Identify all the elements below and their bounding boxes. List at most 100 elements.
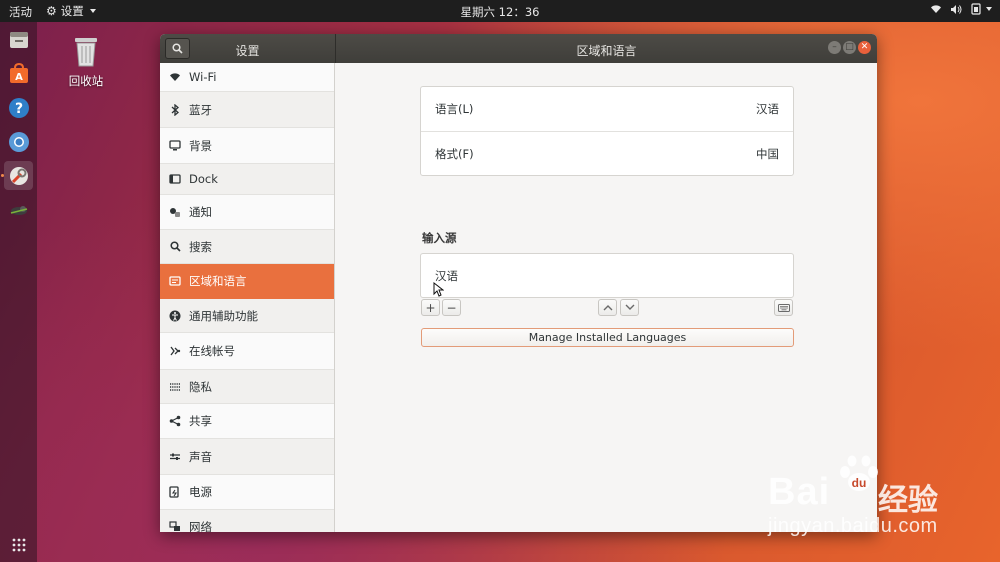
sidebar-item-search[interactable]: 搜索 bbox=[160, 230, 334, 264]
sidebar-item-label: 声音 bbox=[189, 449, 212, 464]
power-icon[interactable] bbox=[971, 3, 992, 15]
app-icon[interactable] bbox=[4, 195, 33, 224]
trash-label: 回收站 bbox=[68, 74, 104, 88]
mouse-cursor-icon bbox=[433, 281, 445, 300]
manage-languages-button[interactable]: Manage Installed Languages bbox=[421, 328, 794, 347]
chevron-down-icon bbox=[89, 9, 96, 13]
language-label: 语言(L) bbox=[435, 102, 474, 116]
accessibility-icon bbox=[169, 310, 181, 322]
sidebar-item-label: 隐私 bbox=[189, 379, 212, 394]
sound-icon bbox=[169, 451, 181, 463]
sidebar-item-notifications[interactable]: 通知 bbox=[160, 195, 334, 230]
sidebar-item-accessibility[interactable]: 通用辅助功能 bbox=[160, 299, 334, 333]
share-icon bbox=[169, 415, 181, 427]
minus-icon: − bbox=[446, 300, 457, 315]
trash-icon bbox=[75, 38, 97, 67]
top-bar: 活动 ⚙ 设置 星期六 12：36 bbox=[0, 0, 1000, 22]
formats-row[interactable]: 格式(F) 中国 bbox=[421, 132, 793, 176]
running-indicator bbox=[1, 174, 4, 177]
watermark-url: jingyan.baidu.com bbox=[768, 515, 938, 537]
volume-icon[interactable] bbox=[950, 4, 963, 15]
sidebar-item-region[interactable]: 区域和语言 bbox=[160, 264, 334, 299]
sidebar-item-bluetooth[interactable]: 蓝牙 bbox=[160, 92, 334, 128]
sidebar-item-background[interactable]: 背景 bbox=[160, 128, 334, 164]
svg-text:du: du bbox=[852, 476, 867, 490]
sidebar-title: 设置 bbox=[235, 44, 260, 58]
language-format-card: 语言(L) 汉语 格式(F) 中国 bbox=[420, 86, 794, 176]
chromium-icon[interactable] bbox=[4, 127, 33, 156]
sidebar-item-label: 区域和语言 bbox=[189, 274, 247, 288]
baidu-paw-logo: du bbox=[840, 455, 878, 491]
power-icon bbox=[169, 486, 181, 498]
sidebar-item-wifi[interactable]: Wi-Fi bbox=[160, 63, 334, 92]
system-tray[interactable] bbox=[930, 3, 992, 15]
formats-label: 格式(F) bbox=[435, 147, 474, 161]
sidebar-item-power[interactable]: 电源 bbox=[160, 475, 334, 510]
svg-text:?: ? bbox=[14, 101, 22, 117]
software-icon[interactable]: A bbox=[4, 59, 33, 88]
language-value: 汉语 bbox=[756, 102, 779, 116]
move-down-button[interactable] bbox=[620, 299, 639, 316]
sidebar-item-privacy[interactable]: 隐私 bbox=[160, 370, 334, 404]
sidebar: Wi-Fi 蓝牙 背景 Dock 通知 搜索 区域和语言 通用辅助功能 在线帐号… bbox=[160, 63, 335, 532]
trash-desktop-icon[interactable]: 回收站 bbox=[60, 34, 112, 89]
sidebar-item-label: 背景 bbox=[189, 138, 212, 153]
dock: A ? bbox=[0, 22, 37, 562]
help-icon[interactable]: ? bbox=[4, 93, 33, 122]
dock-icon bbox=[169, 173, 181, 185]
add-input-source-button[interactable]: + bbox=[421, 299, 440, 316]
sidebar-item-label: 网络 bbox=[189, 519, 212, 533]
sidebar-item-sharing[interactable]: 共享 bbox=[160, 404, 334, 439]
input-sources-title: 输入源 bbox=[422, 231, 457, 245]
input-sources-list: 汉语 bbox=[420, 253, 794, 298]
minimize-button[interactable]: – bbox=[828, 41, 841, 54]
svg-text:A: A bbox=[15, 72, 23, 83]
bluetooth-icon bbox=[169, 103, 181, 116]
sidebar-item-label: Dock bbox=[189, 172, 218, 186]
privacy-icon bbox=[169, 381, 181, 393]
background-icon bbox=[169, 140, 181, 152]
close-icon: ✕ bbox=[860, 42, 869, 52]
settings-icon[interactable] bbox=[4, 161, 33, 190]
formats-value: 中国 bbox=[756, 147, 779, 161]
plus-icon: + bbox=[425, 300, 436, 315]
sidebar-item-online-accounts[interactable]: 在线帐号 bbox=[160, 333, 334, 370]
app-menu[interactable]: ⚙ 设置 bbox=[46, 3, 96, 19]
sidebar-item-dock[interactable]: Dock bbox=[160, 164, 334, 195]
clock[interactable]: 星期六 12：36 bbox=[461, 5, 540, 19]
app-menu-label: 设置 bbox=[60, 4, 84, 18]
window-title: 区域和语言 bbox=[576, 44, 637, 58]
keyboard-layout-button[interactable] bbox=[774, 299, 793, 316]
keyboard-icon bbox=[777, 303, 790, 312]
activities-button[interactable]: 活动 bbox=[9, 4, 32, 20]
sidebar-item-label: 共享 bbox=[189, 414, 212, 428]
title-bar[interactable]: 设置 区域和语言 – □ ✕ bbox=[160, 34, 877, 63]
baidu-jingyan-watermark: du Bai 经验 jingyan.baidu.com bbox=[760, 455, 990, 545]
network-icon bbox=[169, 521, 181, 533]
sidebar-item-network[interactable]: 网络 bbox=[160, 510, 334, 533]
sidebar-item-label: 在线帐号 bbox=[189, 344, 235, 358]
sidebar-item-sound[interactable]: 声音 bbox=[160, 439, 334, 475]
network-icon[interactable] bbox=[930, 4, 942, 14]
notification-icon bbox=[169, 206, 181, 218]
input-source-item[interactable]: 汉语 bbox=[421, 254, 793, 297]
files-icon[interactable] bbox=[4, 25, 33, 54]
language-row[interactable]: 语言(L) 汉语 bbox=[421, 87, 793, 131]
remove-input-source-button[interactable]: − bbox=[442, 299, 461, 316]
sidebar-item-label: 通知 bbox=[189, 205, 212, 219]
sidebar-item-label: Wi-Fi bbox=[189, 70, 217, 84]
watermark-brand: Bai bbox=[768, 471, 831, 513]
region-icon bbox=[169, 275, 181, 287]
chevron-down-icon bbox=[986, 7, 992, 11]
maximize-button[interactable]: □ bbox=[843, 41, 856, 54]
grid-icon[interactable] bbox=[4, 530, 33, 559]
gear-icon: ⚙ bbox=[46, 4, 57, 18]
sidebar-item-label: 蓝牙 bbox=[189, 102, 212, 117]
online-accounts-icon bbox=[169, 345, 181, 357]
move-up-button[interactable] bbox=[598, 299, 617, 316]
maximize-icon: □ bbox=[845, 42, 854, 52]
wifi-icon bbox=[169, 71, 181, 83]
sidebar-item-label: 通用辅助功能 bbox=[189, 308, 258, 323]
close-button[interactable]: ✕ bbox=[858, 41, 871, 54]
search-icon bbox=[169, 241, 181, 253]
